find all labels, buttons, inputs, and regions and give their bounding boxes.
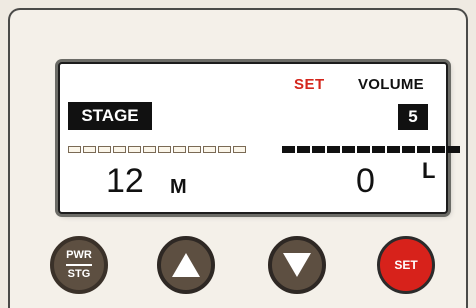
power-stage-button[interactable]: PWR STG xyxy=(50,236,108,294)
bar-segment xyxy=(173,146,186,153)
bar-segment xyxy=(68,146,81,153)
bar-segment xyxy=(312,146,325,153)
bar-segment xyxy=(98,146,111,153)
bar-segment xyxy=(342,146,355,153)
bar-segment xyxy=(357,146,370,153)
set-button-label: SET xyxy=(394,258,418,272)
stage-unit: M xyxy=(170,176,187,198)
stg-label: STG xyxy=(67,268,91,280)
volume-label: VOLUME xyxy=(358,76,424,93)
bar-segment xyxy=(83,146,96,153)
bar-segment xyxy=(297,146,310,153)
bar-segment xyxy=(128,146,141,153)
bar-segment xyxy=(143,146,156,153)
up-button[interactable] xyxy=(157,236,215,294)
volume-number: 0 xyxy=(356,162,375,200)
pwr-label: PWR xyxy=(66,250,92,266)
bar-segment xyxy=(282,146,295,153)
bar-segment xyxy=(432,146,445,153)
bar-segment xyxy=(417,146,430,153)
bar-segment xyxy=(218,146,231,153)
bar-segment xyxy=(233,146,246,153)
bar-segment xyxy=(158,146,171,153)
bar-segment xyxy=(327,146,340,153)
bar-segment xyxy=(447,146,460,153)
bar-segment xyxy=(113,146,126,153)
down-button[interactable] xyxy=(268,236,326,294)
bar-segment xyxy=(372,146,385,153)
bar-segment xyxy=(188,146,201,153)
bar-segment xyxy=(387,146,400,153)
bar-segment xyxy=(203,146,216,153)
volume-value: 5 xyxy=(398,104,428,130)
set-indicator: SET xyxy=(294,76,325,93)
stage-label: STAGE xyxy=(68,102,152,130)
stage-number: 12 xyxy=(106,162,144,200)
set-button[interactable]: SET xyxy=(377,236,435,294)
volume-unit: L xyxy=(422,158,436,183)
stage-level-bar xyxy=(68,146,246,153)
up-triangle-icon xyxy=(172,253,200,277)
bar-segment xyxy=(402,146,415,153)
volume-level-bar xyxy=(282,146,460,153)
lcd-display: SET VOLUME STAGE 5 12 M 0 L xyxy=(58,62,460,214)
power-stage-label: PWR STG xyxy=(66,250,92,280)
down-triangle-icon xyxy=(283,253,311,277)
control-panel: SET VOLUME STAGE 5 12 M 0 L PWR STG SET xyxy=(8,8,468,308)
